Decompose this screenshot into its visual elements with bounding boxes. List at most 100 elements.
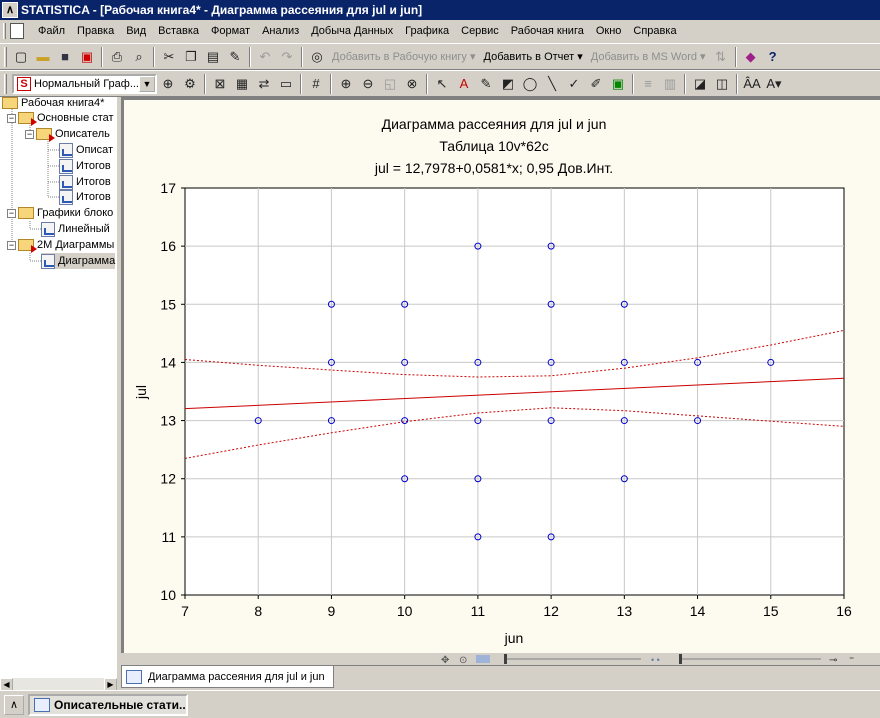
scatter-chart[interactable]: 7 8 9 10 11 12 13 14 15 16 10 11 12 13 14 15 16 17 Диагра… <box>124 100 880 653</box>
collapse-icon[interactable]: − <box>7 208 16 218</box>
slider-thumb-right[interactable] <box>679 654 682 664</box>
cut-icon[interactable]: ✂ <box>158 46 180 68</box>
print-icon[interactable]: ⎙ <box>106 46 128 68</box>
pan-icon[interactable]: ⊙ <box>459 655 467 666</box>
line-tool-icon[interactable]: ╲ <box>541 73 563 95</box>
polyline-tool-icon[interactable]: ✓ <box>563 73 585 95</box>
text-tool-icon[interactable]: A <box>453 73 475 95</box>
taskbar-window-button[interactable]: Описательные стати... <box>28 693 188 716</box>
redo-icon[interactable]: ↷ <box>276 46 298 68</box>
graph-data-icon[interactable]: ▦ <box>231 73 253 95</box>
collapse-icon[interactable]: − <box>7 240 16 250</box>
font-style-icon[interactable]: A▾ <box>763 73 785 95</box>
menu-workbook[interactable]: Рабочая книга <box>505 21 590 41</box>
separator <box>101 46 103 67</box>
add-to-report-button[interactable]: Добавить в Отчет ▾ <box>480 50 587 63</box>
copy-icon[interactable]: ❐ <box>180 46 202 68</box>
graph-window-icon[interactable]: ▭ <box>275 73 297 95</box>
tree-horizontal-scrollbar[interactable]: ◀ ▶ <box>0 677 117 691</box>
graph-type-select[interactable]: S Нормальный Граф... ▼ <box>12 73 157 94</box>
font-size-icon[interactable]: ÂA <box>741 73 763 95</box>
tree-item[interactable]: −2М Диаграммы <box>7 237 114 253</box>
menu-file[interactable]: Файл <box>32 21 71 41</box>
tree-item[interactable]: Итогов <box>59 174 111 190</box>
freehand-tool-icon[interactable]: ✐ <box>585 73 607 95</box>
pdf-icon[interactable]: ▣ <box>76 46 98 68</box>
add-to-workbook-button[interactable]: Добавить в Рабочую книгу ▾ <box>328 50 480 63</box>
resize-icon[interactable]: ⁼ <box>849 655 854 666</box>
sort-icon[interactable]: ⇅ <box>710 46 732 68</box>
fill-icon[interactable]: ▥ <box>659 73 681 95</box>
tree-item[interactable]: Итогов <box>59 158 111 174</box>
separator <box>249 46 251 67</box>
y-tick-label: 17 <box>160 180 176 196</box>
graph-options-icon[interactable]: ⚙ <box>179 73 201 95</box>
menu-graphs[interactable]: Графика <box>399 21 455 41</box>
grid-icon[interactable]: # <box>305 73 327 95</box>
draw-icon[interactable]: ✎ <box>475 73 497 95</box>
collapse-icon[interactable]: − <box>25 129 34 139</box>
x-tick-label: 13 <box>617 603 633 619</box>
tree-item[interactable]: − Основные стат <box>7 110 114 126</box>
new-icon[interactable]: ▢ <box>10 46 32 68</box>
tab-scatter-plot[interactable]: Диаграмма рассеяния для jul и jun <box>121 666 334 688</box>
format-painter-icon[interactable]: ✎ <box>224 46 246 68</box>
toolbar-grip[interactable] <box>4 73 7 94</box>
key-icon[interactable]: ⊸ <box>829 655 837 666</box>
chevron-down-icon[interactable]: ▼ <box>139 75 155 92</box>
print-preview-icon[interactable]: ⌕ <box>128 46 150 68</box>
zoom-out-icon[interactable]: ⊖ <box>357 73 379 95</box>
tree-item[interactable]: Линейный <box>41 221 110 237</box>
menu-tools[interactable]: Сервис <box>455 21 505 41</box>
help-pointer-icon[interactable]: ? <box>762 46 784 68</box>
paste-icon[interactable]: ▤ <box>202 46 224 68</box>
bring-front-icon[interactable]: ◪ <box>689 73 711 95</box>
menu-view[interactable]: Вид <box>120 21 152 41</box>
shape-icon[interactable]: ◩ <box>497 73 519 95</box>
toolbar-grip[interactable] <box>4 46 7 67</box>
book-icon[interactable]: ◆ <box>740 46 762 68</box>
save-icon[interactable]: ■ <box>54 46 76 68</box>
graph-link-icon[interactable]: ⇄ <box>253 73 275 95</box>
align-icon[interactable]: ≡ <box>637 73 659 95</box>
menu-format[interactable]: Формат <box>205 21 256 41</box>
menu-grip[interactable] <box>3 23 6 39</box>
folder-icon <box>2 97 18 109</box>
menu-insert[interactable]: Вставка <box>152 21 205 41</box>
menu-edit[interactable]: Правка <box>71 21 120 41</box>
zoom-slider-strip[interactable]: ✥ ⊙ • • ⊸ ⁼ <box>121 653 880 666</box>
collapse-icon[interactable]: − <box>7 113 16 123</box>
tree-item[interactable]: − Описатель <box>25 126 110 142</box>
binoculars-icon[interactable]: ◎ <box>306 46 328 68</box>
tree-item-selected[interactable]: Диаграмма <box>41 253 116 269</box>
zoom-reset-icon[interactable]: ⊗ <box>401 73 423 95</box>
slider-thumb-left[interactable] <box>504 654 507 664</box>
table-icon <box>59 142 73 158</box>
image-tool-icon[interactable]: ▣ <box>607 73 629 95</box>
document-icon[interactable] <box>10 23 24 39</box>
brush-icon[interactable]: ⊠ <box>209 73 231 95</box>
zoom-area-icon[interactable]: ◱ <box>379 73 401 95</box>
tree-item[interactable]: Описат <box>59 142 113 158</box>
tree-item[interactable]: Рабочая книга4* <box>2 97 104 111</box>
workbook-tree[interactable]: Рабочая книга4* − Основные стат − Описател… <box>0 97 117 677</box>
pointer-icon[interactable]: ↖ <box>431 73 453 95</box>
folder-icon <box>18 239 37 253</box>
zoom-in-icon[interactable]: ⊕ <box>335 73 357 95</box>
grab-icon[interactable]: ✥ <box>441 655 449 666</box>
send-back-icon[interactable]: ◫ <box>711 73 733 95</box>
open-icon[interactable]: ▬ <box>32 46 54 68</box>
menu-help[interactable]: Справка <box>627 21 682 41</box>
undo-icon[interactable]: ↶ <box>254 46 276 68</box>
ellipse-tool-icon[interactable]: ◯ <box>519 73 541 95</box>
statistica-icon[interactable]: ∧ <box>4 694 24 715</box>
menu-data-mining[interactable]: Добыча Данных <box>305 21 399 41</box>
tree-item[interactable]: − Графики блоко <box>7 205 113 221</box>
statistica-icon[interactable]: ∧ <box>2 2 18 18</box>
tree-item[interactable]: Итогов <box>59 189 111 205</box>
graph-area[interactable]: 7 8 9 10 11 12 13 14 15 16 10 11 12 13 14 15 16 17 Диагра… <box>121 97 880 653</box>
menu-analysis[interactable]: Анализ <box>256 21 305 41</box>
zoom-graph-icon[interactable]: ⊕ <box>157 73 179 95</box>
menu-window[interactable]: Окно <box>590 21 628 41</box>
add-to-word-button[interactable]: Добавить в MS Word ▾ <box>587 50 710 63</box>
